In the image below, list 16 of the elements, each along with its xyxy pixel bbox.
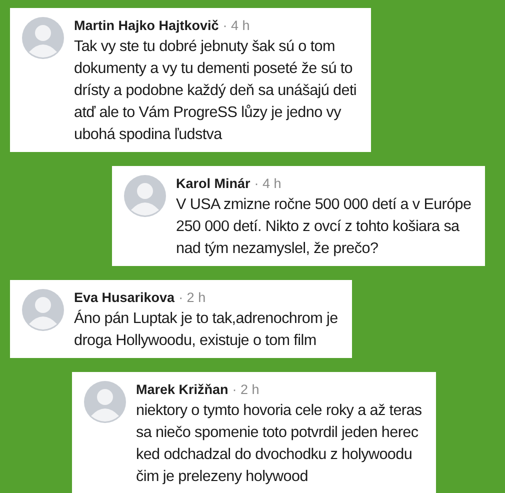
avatar-icon[interactable] bbox=[22, 289, 64, 331]
timestamp: · 2 h bbox=[232, 381, 260, 399]
avatar-icon[interactable] bbox=[84, 381, 126, 423]
timestamp: · 4 h bbox=[254, 175, 282, 193]
author-name[interactable]: Eva Husarikova bbox=[74, 289, 175, 307]
avatar-icon[interactable] bbox=[22, 17, 64, 59]
comment-text: V USA zmizne ročne 500 000 detí a v Európe 250 000 detí. Nikto z ovcí z tohto košiara sa nad tým nezamyslel, že prečo? bbox=[176, 195, 472, 259]
timestamp: · 4 h bbox=[222, 17, 250, 35]
timestamp: · 2 h bbox=[178, 289, 206, 307]
comment-text: Áno pán Luptak je to tak,adrenochrom je droga Hollywoodu, existuje o tom film bbox=[74, 308, 338, 351]
comment-text: Tak vy ste tu dobré jebnuty šak sú o tom dokumenty a vy tu dementi poseté že sú to drísty a podobne každý deň sa unášajú deti atď ale to Vám ProgreSS lůzy je jedno vy ubohá spodina ľudstva bbox=[74, 37, 356, 145]
comment-text: niektory o tymto hovoria cele roky a až teras sa niečo spomenie toto potvrdil jeden herec ked odchadzal do dvochodku z holywoodu čim je prelezeny holywood bbox=[136, 401, 422, 487]
avatar-icon[interactable] bbox=[124, 175, 166, 217]
author-name[interactable]: Karol Minár bbox=[176, 175, 250, 193]
author-name[interactable]: Martin Hajko Hajtkovič bbox=[74, 17, 219, 35]
author-name[interactable]: Marek Križňan bbox=[136, 381, 228, 399]
